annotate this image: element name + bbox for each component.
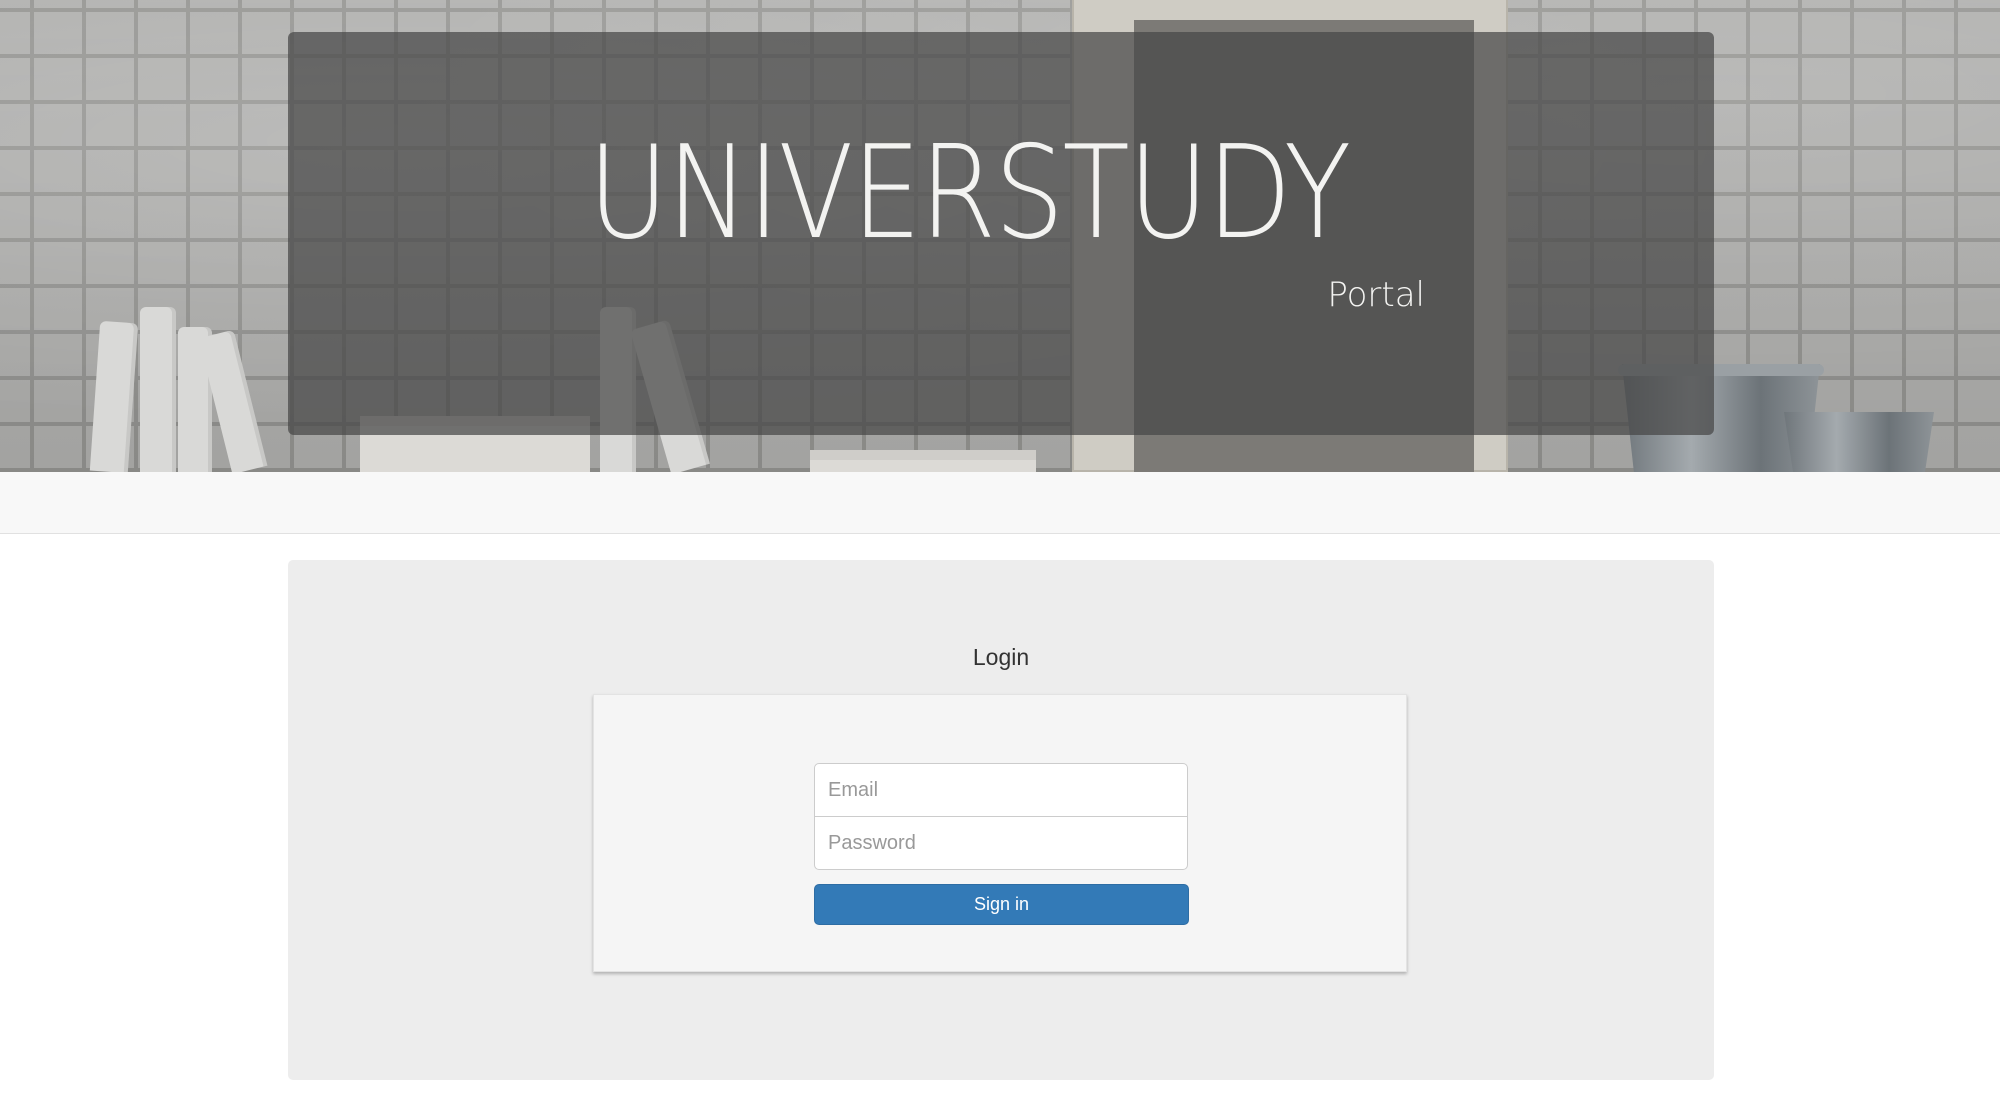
hero-banner: UNIVERSTUDY Portal — [0, 0, 2000, 472]
bucket-decoration — [1784, 412, 1934, 472]
login-panel: Login Sign in — [288, 560, 1714, 1080]
brand-logo-text: UNIVERSTUDY — [588, 119, 1351, 268]
login-card: Sign in — [593, 694, 1407, 972]
login-title: Login — [972, 644, 1030, 670]
email-field[interactable] — [814, 763, 1188, 817]
navigation-bar — [0, 472, 2000, 534]
sign-in-button[interactable]: Sign in — [814, 884, 1189, 925]
book-decoration — [140, 307, 176, 472]
brand-subtitle: Portal — [1327, 275, 1425, 315]
box-decoration — [810, 450, 1036, 472]
password-field[interactable] — [814, 816, 1188, 870]
